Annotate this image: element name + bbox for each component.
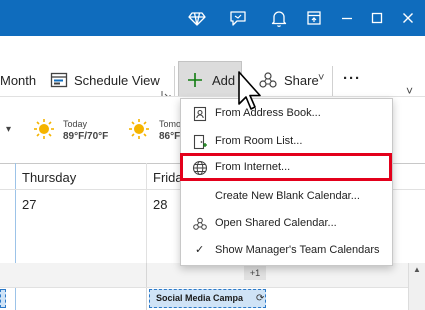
- left-event-stub: [0, 289, 6, 308]
- menu-item-open-shared-calendar[interactable]: Open Shared Calendar...: [181, 211, 392, 237]
- weather-day-label: Tomo: [159, 119, 182, 129]
- add-label: Add: [212, 73, 236, 88]
- maximize-icon[interactable]: [365, 6, 389, 30]
- shared-calendar-icon: [192, 216, 208, 232]
- scrollbar[interactable]: ▲: [408, 263, 425, 310]
- menu-item-show-managers-team-calendars[interactable]: ✓ Show Manager's Team Calendars: [181, 238, 392, 264]
- add-calendar-button[interactable]: Add: [178, 61, 242, 99]
- checkmark-icon: ✓: [195, 244, 205, 256]
- scroll-up-arrow-icon[interactable]: ▲: [413, 265, 421, 274]
- weather-temperature: 86°F: [159, 131, 181, 142]
- day-header: Frida: [153, 170, 183, 185]
- chevron-down-icon: ˅: [318, 72, 325, 84]
- menu-item-label: From Room List...: [215, 135, 303, 147]
- sun-icon: [128, 118, 150, 140]
- recurring-icon: ⟳: [256, 293, 265, 304]
- address-book-icon: [192, 106, 208, 122]
- restore-window-icon[interactable]: [302, 6, 326, 30]
- more-events-chip[interactable]: +1: [244, 266, 266, 280]
- grid-line: [0, 287, 425, 288]
- menu-item-label: Open Shared Calendar...: [215, 217, 337, 229]
- menu-item-from-address-book[interactable]: From Address Book...: [181, 101, 392, 127]
- more-options-button[interactable]: ···: [343, 70, 361, 87]
- day-header: Thursday: [22, 170, 77, 185]
- schedule-view-button[interactable]: Schedule View: [48, 66, 162, 94]
- menu-item-label: Create New Blank Calendar...: [215, 190, 360, 202]
- highlight-annotation: [180, 153, 392, 181]
- menu-item-label: From Address Book...: [215, 107, 321, 119]
- day-number[interactable]: 27: [22, 197, 36, 212]
- title-bar: [0, 0, 425, 36]
- menu-item-label: Show Manager's Team Calendars: [215, 244, 380, 256]
- minimize-icon[interactable]: [335, 6, 359, 30]
- weather-temperature: 89°F/70°F: [63, 131, 109, 142]
- ribbon-separator-2: [332, 66, 333, 96]
- close-icon[interactable]: [396, 6, 420, 30]
- all-day-row: [0, 263, 408, 287]
- bell-icon[interactable]: [267, 6, 291, 30]
- calendar-event[interactable]: Social Media Campa: [149, 289, 266, 308]
- room-list-icon: [192, 134, 208, 150]
- add-calendar-menu: From Address Book... From Room List... F…: [180, 98, 393, 266]
- ribbon-separator: [174, 66, 175, 96]
- month-view-button[interactable]: Month: [0, 73, 36, 88]
- weather-day-label: Today: [63, 119, 88, 129]
- menu-item-create-new-blank-calendar[interactable]: Create New Blank Calendar...: [181, 184, 392, 210]
- event-title: Social Media Campa: [156, 293, 244, 303]
- share-label: Share: [284, 73, 319, 88]
- sun-icon: [33, 118, 55, 140]
- menu-item-from-room-list[interactable]: From Room List...: [181, 129, 392, 155]
- location-chevron-icon[interactable]: ▾: [6, 124, 11, 135]
- plus-icon: [187, 72, 203, 88]
- day-number[interactable]: 28: [153, 197, 167, 212]
- share-button[interactable]: Share ˅: [256, 66, 328, 94]
- schedule-view-icon: [50, 71, 68, 89]
- mouse-cursor-icon: [237, 70, 263, 118]
- schedule-view-label: Schedule View: [74, 73, 160, 88]
- feedback-icon[interactable]: [226, 6, 250, 30]
- diamond-icon[interactable]: [185, 6, 209, 30]
